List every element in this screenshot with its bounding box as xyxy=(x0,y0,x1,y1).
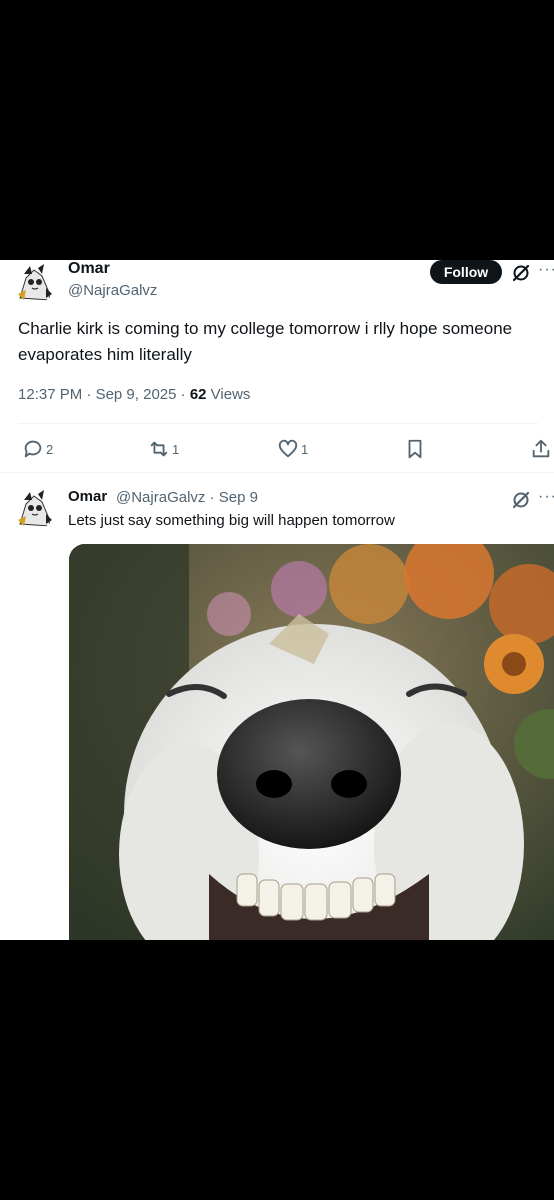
reply-bubble-icon xyxy=(24,440,42,458)
reply-author-avatar[interactable] xyxy=(12,486,56,530)
anime-avatar-icon xyxy=(12,260,56,304)
tweet-meta: 12:37 PM · Sep 9, 2025 · 62 Views xyxy=(18,386,250,403)
repost-icon xyxy=(150,441,168,457)
meta-separator: · xyxy=(180,386,190,403)
anime-avatar-icon xyxy=(12,486,56,530)
author-name[interactable]: Omar xyxy=(68,260,110,278)
grok-icon[interactable] xyxy=(511,490,531,510)
reply-author-name[interactable]: Omar xyxy=(68,488,107,505)
top-black-bar xyxy=(0,0,554,260)
bookmark-icon xyxy=(408,439,422,459)
repost-button[interactable]: 1 xyxy=(148,435,179,463)
divider xyxy=(18,423,538,424)
reply-handle-date: @NajraGalvz · Sep 9 xyxy=(116,489,258,506)
reply-tweet[interactable]: Omar @NajraGalvz · Sep 9 ··· Lets just s… xyxy=(0,474,554,940)
bottom-black-bar xyxy=(0,940,554,1200)
reply-button[interactable]: 2 xyxy=(22,435,53,463)
meta-separator: · xyxy=(209,489,219,506)
reply-text: Lets just say something big will happen … xyxy=(68,512,395,529)
like-button[interactable]: 1 xyxy=(277,435,308,463)
more-horizontal-icon[interactable]: ··· xyxy=(538,489,554,505)
more-horizontal-icon[interactable]: ··· xyxy=(538,262,554,278)
heart-icon xyxy=(278,439,298,458)
tweet-date[interactable]: Sep 9, 2025 xyxy=(96,386,177,403)
tweet-time[interactable]: 12:37 PM xyxy=(18,386,82,403)
views-count: 62 xyxy=(189,386,207,403)
like-count: 1 xyxy=(301,441,309,457)
follow-button[interactable]: Follow xyxy=(430,260,502,284)
bookmark-button[interactable] xyxy=(404,435,426,463)
reply-date[interactable]: Sep 9 xyxy=(219,489,258,506)
share-button[interactable] xyxy=(530,435,552,463)
grok-icon[interactable] xyxy=(511,263,531,283)
main-tweet: Omar @NajraGalvz Follow ··· Charlie kirk… xyxy=(0,260,554,473)
share-icon xyxy=(532,439,550,458)
dog-photo xyxy=(69,544,554,940)
tweet-screen: Omar @NajraGalvz Follow ··· Charlie kirk… xyxy=(0,260,554,940)
action-bar: 2 1 1 xyxy=(0,435,554,465)
meta-separator: · xyxy=(86,386,96,403)
reply-author-handle[interactable]: @NajraGalvz xyxy=(116,489,205,506)
author-avatar[interactable] xyxy=(12,260,56,304)
reply-count: 2 xyxy=(46,441,54,457)
author-handle[interactable]: @NajraGalvz xyxy=(68,282,157,299)
views-label: Views xyxy=(210,386,251,403)
repost-count: 1 xyxy=(172,441,180,457)
smiling-dog-image[interactable] xyxy=(69,544,554,940)
tweet-text: Charlie kirk is coming to my college tom… xyxy=(18,319,513,364)
